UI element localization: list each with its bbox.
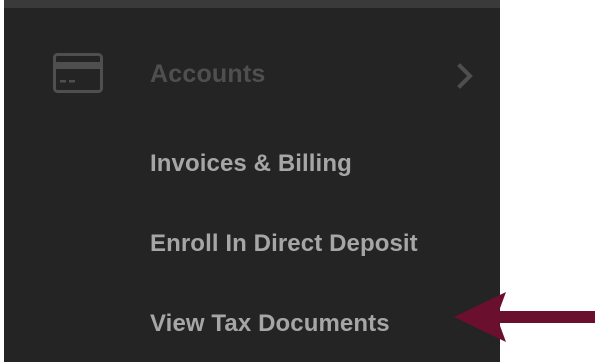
accounts-label: Accounts bbox=[150, 60, 266, 88]
screenshot-stage: Accounts Invoices & Billing Enroll In Di… bbox=[0, 0, 595, 362]
chevron-right-icon bbox=[457, 63, 473, 89]
arrow-left-icon bbox=[454, 292, 595, 342]
submenu-item-direct-deposit[interactable]: Enroll In Direct Deposit bbox=[150, 230, 418, 258]
submenu-item-tax-documents[interactable]: View Tax Documents bbox=[150, 310, 390, 338]
credit-card-icon bbox=[53, 53, 103, 93]
sidebar-menu: Accounts Invoices & Billing Enroll In Di… bbox=[4, 0, 500, 362]
accounts-menu-header[interactable]: Accounts bbox=[4, 38, 500, 112]
submenu-item-invoices-billing[interactable]: Invoices & Billing bbox=[150, 150, 352, 178]
